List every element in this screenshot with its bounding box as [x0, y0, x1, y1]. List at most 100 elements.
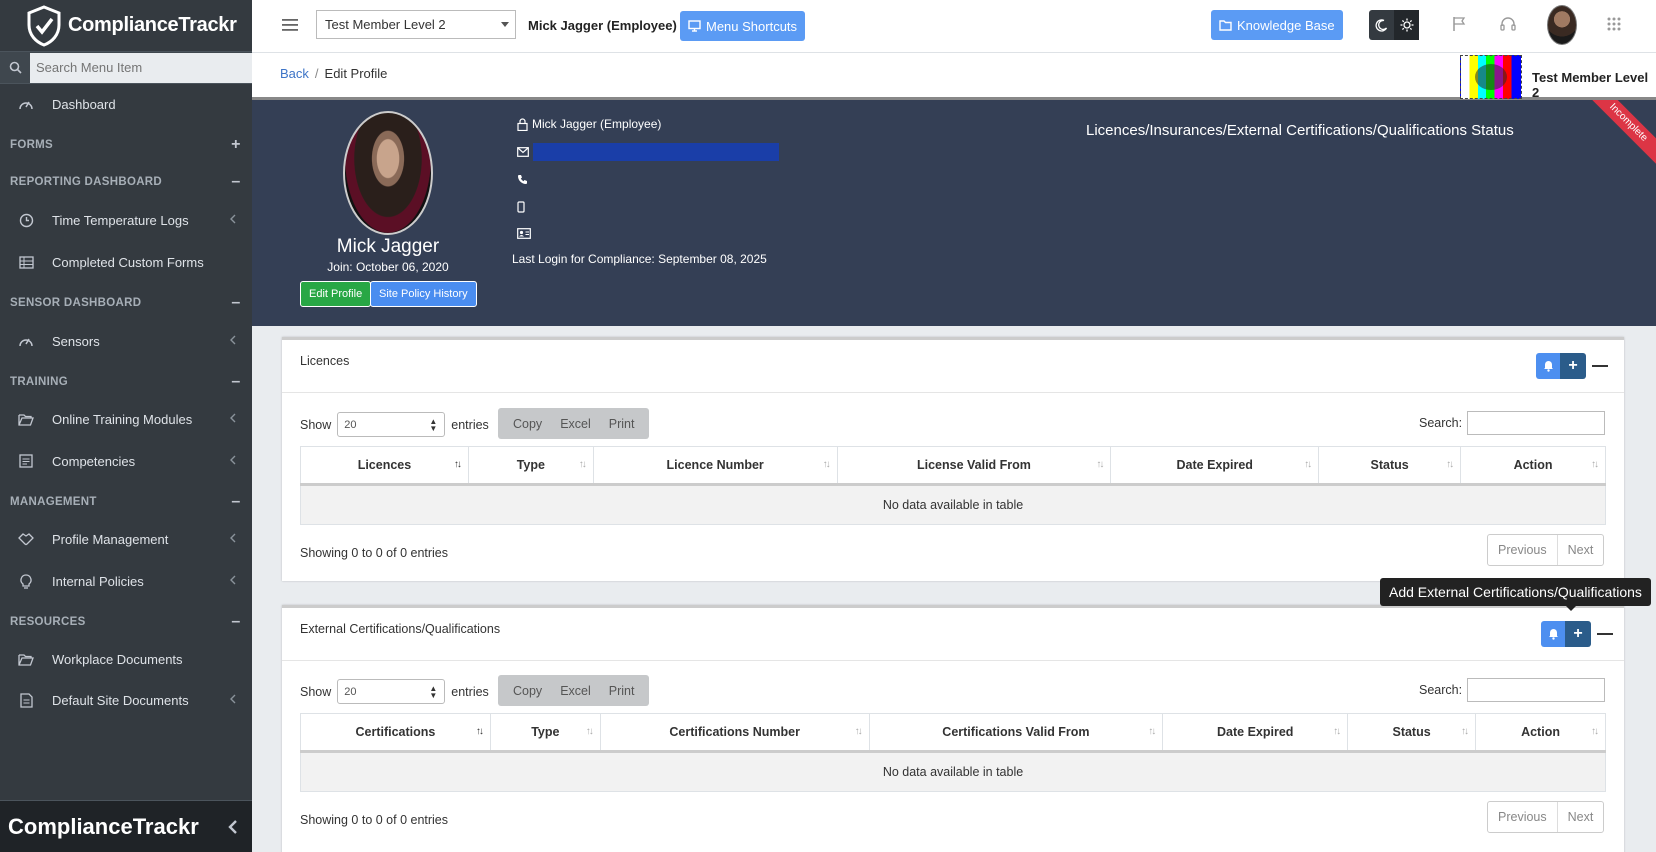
collapse-card-icon[interactable] [1597, 633, 1613, 635]
collapse-sidebar-icon[interactable] [228, 819, 238, 835]
knowledge-base-button[interactable]: Knowledge Base [1211, 10, 1343, 40]
column-header[interactable]: Status ↑↓ [1347, 713, 1477, 753]
hamburger-menu-icon[interactable] [282, 18, 298, 32]
user-avatar[interactable] [1547, 5, 1577, 45]
excel-button[interactable]: Excel [551, 684, 600, 698]
collapse-card-icon[interactable] [1592, 365, 1608, 367]
role-row: Mick Jagger (Employee) [517, 117, 661, 131]
entries-label: entries [451, 684, 489, 699]
add-licence-button[interactable]: + [1560, 353, 1586, 379]
member-select[interactable]: Test Member Level 2 [316, 10, 516, 39]
column-header[interactable]: Licences ↑↓ [300, 446, 469, 486]
column-header[interactable]: Status ↑↓ [1318, 446, 1462, 486]
sidebar-header-management[interactable]: MANAGEMENT – [10, 493, 242, 511]
excel-button[interactable]: Excel [551, 417, 600, 431]
add-certification-button[interactable]: + [1565, 621, 1591, 647]
bell-icon[interactable] [1541, 621, 1565, 647]
search-icon [0, 61, 30, 74]
sidebar-header-training[interactable]: TRAINING – [10, 373, 242, 391]
profile-photo [343, 111, 433, 235]
export-buttons: Copy Excel Print [498, 675, 650, 706]
sort-icon: ↑↓ [1148, 726, 1156, 737]
menu-search-input[interactable] [30, 52, 252, 83]
sidebar-header-sensor[interactable]: SENSOR DASHBOARD – [10, 294, 242, 312]
bell-icon[interactable] [1536, 353, 1560, 379]
next-button[interactable]: Next [1556, 802, 1604, 832]
previous-button[interactable]: Previous [1488, 802, 1557, 832]
sidebar-item-online-training-modules[interactable]: Online Training Modules [0, 401, 252, 437]
sidebar-item-dashboard[interactable]: Dashboard [0, 86, 252, 122]
column-label: Type [531, 725, 560, 739]
sidebar-item-profile-management[interactable]: Profile Management [0, 521, 252, 557]
licences-search-input[interactable] [1467, 411, 1605, 435]
column-header[interactable]: Type ↑↓ [489, 713, 601, 753]
export-buttons: Copy Excel Print [498, 408, 650, 439]
apps-grid-icon[interactable] [1606, 16, 1622, 32]
headset-icon[interactable] [1500, 16, 1516, 32]
column-label: Licence Number [666, 458, 764, 472]
sidebar: ComplianceTrackr Dashboard FORMS + REPORT… [0, 0, 252, 852]
plus-icon: + [231, 136, 241, 153]
print-button[interactable]: Print [600, 684, 644, 698]
copy-button[interactable]: Copy [504, 417, 551, 431]
sidebar-item-time-temperature-logs[interactable]: Time Temperature Logs [0, 202, 252, 238]
sidebar-item-workplace-documents[interactable]: Workplace Documents [0, 641, 252, 677]
sidebar-item-completed-custom-forms[interactable]: Completed Custom Forms [0, 244, 252, 280]
sidebar-header-resources[interactable]: RESOURCES – [10, 613, 242, 631]
member-name: Test Member Level 2 [1532, 70, 1649, 100]
entries-length-input[interactable]: 20 ▲ ▼ [337, 412, 446, 437]
footer-brand: ComplianceTrackr [8, 813, 199, 839]
search-label: Search: [1419, 416, 1463, 430]
add-certification-tooltip: Add External Certifications/Qualificatio… [1380, 578, 1651, 611]
sidebar-item-competencies[interactable]: Competencies [0, 443, 252, 479]
certifications-search-input[interactable] [1467, 678, 1605, 702]
sun-icon[interactable] [1394, 10, 1419, 40]
mobile-row [517, 201, 525, 213]
certifications-table: Certifications ↑↓ Type ↑↓ Certifications N… [300, 713, 1606, 792]
sidebar-item-default-site-documents[interactable]: Default Site Documents [0, 682, 252, 718]
column-header[interactable]: Action ↑↓ [1460, 446, 1606, 486]
edit-profile-button[interactable]: Edit Profile [300, 281, 372, 307]
moon-icon[interactable] [1369, 10, 1394, 40]
sidebar-item-internal-policies[interactable]: Internal Policies [0, 563, 252, 599]
sidebar-header-reporting[interactable]: REPORTING DASHBOARD – [10, 173, 242, 191]
join-date: Join: October 06, 2020 [327, 260, 449, 274]
sidebar-item-label: Workplace Documents [52, 651, 183, 667]
column-header[interactable]: Certifications ↑↓ [300, 713, 491, 753]
column-label: Date Expired [1176, 458, 1253, 472]
site-policy-history-button[interactable]: Site Policy History [370, 281, 477, 307]
column-header[interactable]: Date Expired ↑↓ [1162, 713, 1349, 753]
sidebar-item-label: Competencies [52, 453, 136, 469]
column-label: Date Expired [1217, 725, 1294, 739]
header-label: MANAGEMENT [10, 496, 97, 508]
column-header[interactable]: License Valid From ↑↓ [836, 446, 1112, 486]
theme-toggle[interactable] [1369, 10, 1419, 40]
certifications-card: External Certifications/Qualifications +… [282, 605, 1624, 852]
flag-icon[interactable] [1452, 16, 1466, 32]
menu-shortcuts-button[interactable]: Menu Shortcuts [680, 11, 806, 41]
column-label: Certifications Valid From [942, 725, 1090, 739]
envelope-icon [517, 147, 529, 157]
previous-button[interactable]: Previous [1488, 535, 1557, 565]
profile-header: Mick Jagger Join: October 06, 2020 Edit … [252, 100, 1656, 326]
print-button[interactable]: Print [600, 417, 644, 431]
copy-button[interactable]: Copy [504, 684, 551, 698]
back-link[interactable]: Back [280, 66, 309, 81]
entries-length-input[interactable]: 20 ▲ ▼ [337, 679, 446, 704]
sidebar-item-sensors[interactable]: Sensors [0, 323, 252, 359]
column-header[interactable]: Date Expired ↑↓ [1110, 446, 1320, 486]
pagination: Previous Next [1487, 534, 1605, 566]
sidebar-header-forms[interactable]: FORMS + [10, 136, 242, 154]
breadcrumb-current: Edit Profile [324, 66, 388, 81]
profile-name: Mick Jagger [336, 236, 440, 257]
breadcrumb-separator: / [314, 66, 319, 81]
column-header[interactable]: Certifications Valid From ↑↓ [868, 713, 1164, 753]
next-button[interactable]: Next [1556, 535, 1604, 565]
column-header[interactable]: Action ↑↓ [1475, 713, 1606, 753]
brand[interactable]: ComplianceTrackr [0, 0, 252, 52]
column-header[interactable]: Type ↑↓ [467, 446, 594, 486]
search-label: Search: [1419, 683, 1463, 697]
sidebar-item-label: Completed Custom Forms [52, 254, 204, 270]
column-header[interactable]: Licence Number ↑↓ [592, 446, 838, 486]
column-header[interactable]: Certifications Number ↑↓ [599, 713, 870, 753]
